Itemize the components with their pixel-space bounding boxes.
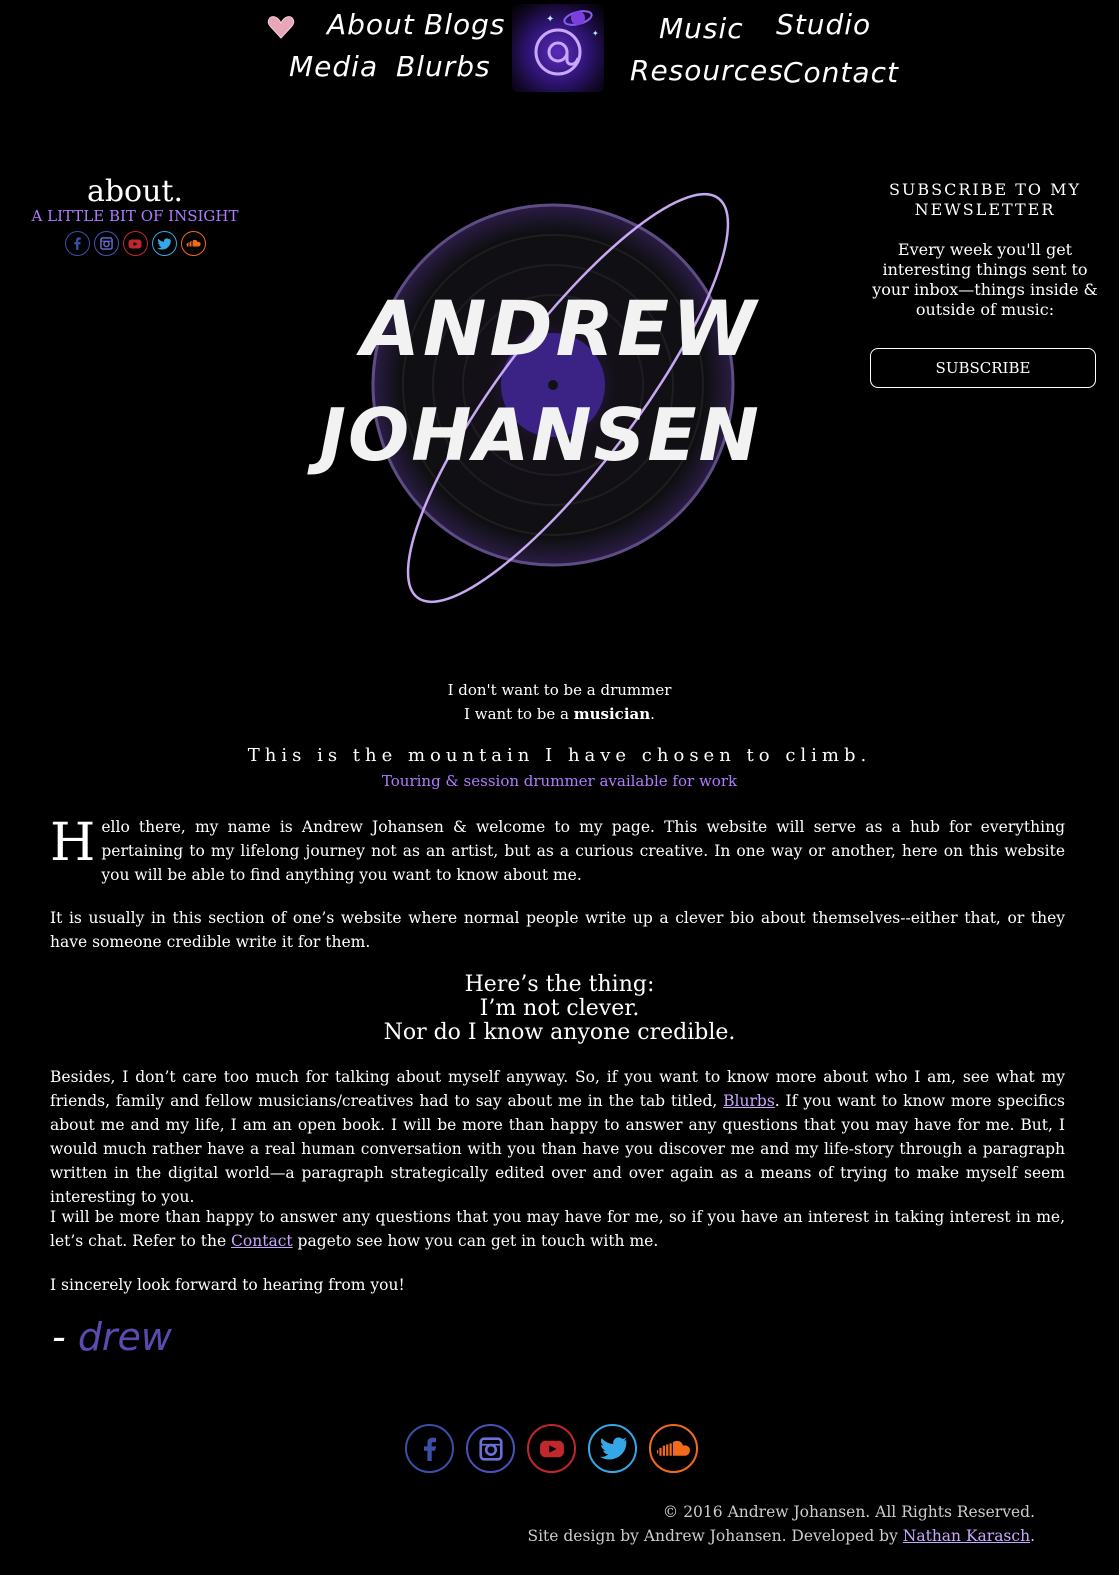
social-links-footer xyxy=(405,1424,698,1473)
social-links-small xyxy=(20,231,250,256)
nav-blogs[interactable]: Blogs xyxy=(424,8,505,41)
home-logo[interactable]: ✦ ✦ xyxy=(512,4,604,92)
tagline-line2-pre: I want to be a xyxy=(464,705,574,723)
about-block: about. A LITTLE BIT OF INSIGHT xyxy=(20,175,250,256)
newsletter-text: Every week you'll get interesting things… xyxy=(872,240,1098,319)
pull-quote: Here’s the thing: I’m not clever. Nor do… xyxy=(0,973,1119,1045)
twitter-icon[interactable] xyxy=(588,1424,637,1473)
bio-paragraph: It is usually in this section of one’s w… xyxy=(50,909,1065,951)
nav-about[interactable]: About xyxy=(327,8,415,41)
vinyl-planet-graphic: ANDREW JOHANSEN xyxy=(307,192,761,604)
about-subtitle: A LITTLE BIT OF INSIGHT xyxy=(31,207,239,225)
contact-text-b: pageto see how you can get in touch with… xyxy=(292,1232,659,1250)
signature: - drew xyxy=(52,1315,172,1359)
pull-quote-line3: Nor do I know anyone credible. xyxy=(383,1020,736,1045)
pull-quote-line1: Here’s the thing: xyxy=(464,972,655,997)
blurbs-paragraph: Besides, I don’t care too much for talki… xyxy=(50,1065,1065,1209)
svg-text:✦: ✦ xyxy=(546,14,554,25)
newsletter-heading: SUBSCRIBE TO MY NEWSLETTER xyxy=(865,180,1105,220)
nav-resources[interactable]: Resources xyxy=(630,54,784,87)
credits: Site design by Andrew Johansen. Develope… xyxy=(527,1527,1035,1545)
pull-quote-line2: I’m not clever. xyxy=(479,996,640,1021)
intro-paragraph: Hello there, my name is Andrew Johansen … xyxy=(50,815,1065,887)
soundcloud-icon[interactable] xyxy=(180,231,206,256)
intro-text: ello there, my name is Andrew Johansen &… xyxy=(101,818,1065,884)
tagline-line2: I want to be a musician. xyxy=(0,702,1119,726)
youtube-icon[interactable] xyxy=(527,1424,576,1473)
subscribe-button[interactable]: SUBSCRIBE xyxy=(870,348,1096,388)
instagram-icon[interactable] xyxy=(466,1424,515,1473)
nav-studio[interactable]: Studio xyxy=(776,8,871,41)
developer-link[interactable]: Nathan Karasch xyxy=(903,1527,1030,1545)
nav-media[interactable]: Media xyxy=(289,50,378,83)
nav-contact[interactable]: Contact xyxy=(783,56,899,89)
nav-blurbs[interactable]: Blurbs xyxy=(396,50,491,83)
tagline-touring: Touring & session drummer available for … xyxy=(381,772,738,790)
svg-text:✦: ✦ xyxy=(592,29,599,38)
newsletter-heading-line1: SUBSCRIBE TO MY xyxy=(888,180,1082,199)
soundcloud-icon[interactable] xyxy=(649,1424,698,1473)
top-nav: About Blogs Media Blurbs ✦ ✦ Music Studi… xyxy=(0,0,1119,100)
tagline-mountain: This is the mountain I have chosen to cl… xyxy=(247,745,872,766)
heart-icon[interactable] xyxy=(266,12,296,42)
copyright: © 2016 Andrew Johansen. All Rights Reser… xyxy=(662,1503,1035,1521)
credits-period: . xyxy=(1030,1527,1035,1545)
tagline-musician: musician xyxy=(573,705,651,723)
nav-music[interactable]: Music xyxy=(659,12,744,45)
facebook-icon[interactable] xyxy=(405,1424,454,1473)
youtube-icon[interactable] xyxy=(122,231,148,256)
tagline-line1: I don't want to be a drummer xyxy=(447,681,672,699)
contact-link[interactable]: Contact xyxy=(231,1232,293,1250)
newsletter-block: SUBSCRIBE TO MY NEWSLETTER Every week yo… xyxy=(865,180,1105,388)
hero-name-line2: JOHANSEN xyxy=(307,393,761,477)
contact-paragraph: I will be more than happy to answer any … xyxy=(50,1205,1065,1253)
planet-logo-icon: ✦ ✦ xyxy=(534,10,599,76)
closing-paragraph: I sincerely look forward to hearing from… xyxy=(50,1276,405,1294)
blurbs-link[interactable]: Blurbs xyxy=(723,1092,775,1110)
credits-text: Site design by Andrew Johansen. Develope… xyxy=(527,1527,903,1545)
newsletter-heading-line2: NEWSLETTER xyxy=(914,200,1056,219)
about-title: about. xyxy=(86,174,184,209)
dropcap: H xyxy=(50,813,96,873)
signature-name: drew xyxy=(77,1315,173,1359)
signature-dash: - xyxy=(52,1315,66,1359)
facebook-icon[interactable] xyxy=(64,231,90,256)
instagram-icon[interactable] xyxy=(93,231,119,256)
twitter-icon[interactable] xyxy=(151,231,177,256)
tagline-drummer: I don't want to be a drummer I want to b… xyxy=(0,678,1119,726)
tagline-line2-post: . xyxy=(650,705,655,723)
hero-name-line1: ANDREW xyxy=(356,284,759,373)
hero-logo: ANDREW JOHANSEN xyxy=(300,160,810,650)
